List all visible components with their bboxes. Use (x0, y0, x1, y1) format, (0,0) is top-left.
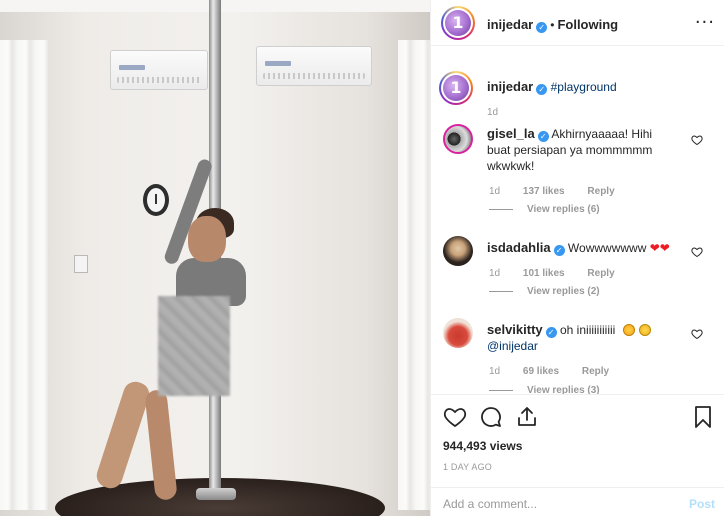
caption-time: 1d (487, 107, 499, 118)
following-button[interactable]: Following (557, 17, 618, 32)
comment-item: isdadahlia ✓ Wowwwwwww ❤❤ 1d 101 likes Re… (431, 232, 724, 302)
view-replies-link[interactable]: View replies (3) (489, 385, 600, 394)
reply-button[interactable]: Reply (587, 186, 614, 197)
post-side-panel: inijedar✓•Following ··· inijedar✓ #playg… (430, 0, 724, 516)
comment-icon[interactable] (479, 405, 503, 429)
commenter-username[interactable]: isdadahlia (487, 240, 551, 255)
commenter-username[interactable]: gisel_la (487, 126, 535, 141)
caption-text: inijedar ✓ #playground (487, 79, 617, 95)
post-button[interactable]: Post (689, 497, 715, 511)
heart-icon[interactable] (691, 328, 703, 340)
commenter-username[interactable]: selvikitty (487, 322, 543, 337)
air-conditioner-right (256, 46, 372, 86)
comment-body: oh iniiiiiiiiiii (560, 323, 616, 337)
author-avatar[interactable] (441, 6, 475, 40)
verified-icon: ✓ (553, 245, 565, 256)
caption-avatar[interactable] (439, 71, 473, 105)
heart-eyes-emoji (622, 324, 635, 336)
comment-likes[interactable]: 137 likes (523, 186, 565, 197)
heart-emoji: ❤❤ (649, 241, 670, 255)
verified-icon: ✓ (536, 22, 548, 33)
comment-item: selvikitty ✓ oh iniiiiiiiiiii @inijedar 1… (431, 314, 724, 394)
comment-meta: 1d 101 likes Reply (489, 268, 635, 279)
comment-item: gisel_la ✓ Akhirnyaaaaa! Hihi buat persia… (431, 120, 724, 220)
comment-body: buat persiapan ya mommmmm (487, 143, 653, 157)
pole-base (196, 488, 236, 500)
comment-time: 1d (489, 186, 501, 197)
comment-meta: 1d 137 likes Reply (489, 186, 635, 197)
commenter-avatar[interactable] (443, 236, 473, 266)
comment-body: Akhirnyaaaaa! Hihi (551, 127, 653, 141)
verified-icon: ✓ (545, 327, 557, 338)
reply-button[interactable]: Reply (582, 366, 609, 377)
comment-likes[interactable]: 69 likes (523, 366, 559, 377)
share-icon[interactable] (515, 405, 539, 429)
curtain-right (398, 40, 430, 510)
comment-time: 1d (489, 366, 501, 377)
comment-text: selvikitty ✓ oh iniiiiiiiiiii @inijedar (487, 322, 687, 354)
reply-button[interactable]: Reply (587, 268, 614, 279)
views-count[interactable]: 944,493 views (443, 439, 522, 453)
view-replies-link[interactable]: View replies (6) (489, 204, 600, 215)
post-header: inijedar✓•Following ··· (431, 0, 724, 46)
comment-text: isdadahlia ✓ Wowwwwwww ❤❤ (487, 240, 687, 256)
caption-hashtag[interactable]: #playground (551, 80, 617, 94)
more-icon[interactable]: ··· (695, 12, 715, 33)
dancer-head (188, 216, 226, 262)
comment-likes[interactable]: 101 likes (523, 268, 565, 279)
comment-body: wkwkwk! (487, 159, 535, 173)
caption-username[interactable]: inijedar (487, 79, 533, 94)
commenter-avatar[interactable] (443, 318, 473, 348)
commenter-avatar[interactable] (443, 124, 473, 154)
comment-text: gisel_la ✓ Akhirnyaaaaa! Hihi buat persia… (487, 126, 687, 174)
header-user-line: inijedar ✓ • Following (487, 17, 618, 33)
post-media[interactable] (0, 0, 430, 516)
comment-body: Wowwwwwww (567, 241, 647, 255)
heart-icon[interactable] (443, 405, 467, 429)
wall-clock (143, 184, 169, 216)
curtain-left (0, 40, 48, 510)
heart-icon[interactable] (691, 134, 703, 146)
wall-switch (74, 255, 88, 273)
post-date: 1 DAY AGO (443, 462, 492, 472)
separator-dot: • (550, 18, 555, 32)
author-username[interactable]: inijedar (487, 17, 533, 32)
bookmark-icon[interactable] (691, 405, 715, 429)
comment-time: 1d (489, 268, 501, 279)
air-conditioner-left (110, 50, 208, 90)
view-replies-link[interactable]: View replies (2) (489, 286, 600, 297)
censor-blur (158, 296, 230, 396)
comment-composer: Post (431, 487, 724, 516)
comments-list[interactable]: inijedar✓ #playground 1d gisel_la✓ Akhir… (431, 60, 724, 394)
mention-link[interactable]: @inijedar (487, 339, 538, 353)
wink-emoji (638, 324, 651, 336)
heart-icon[interactable] (691, 246, 703, 258)
comment-input[interactable] (443, 497, 673, 511)
post-actions: 944,493 views 1 DAY AGO Post (431, 394, 724, 516)
verified-icon: ✓ (537, 131, 549, 142)
comment-meta: 1d 69 likes Reply (489, 366, 629, 377)
verified-icon: ✓ (536, 84, 548, 95)
